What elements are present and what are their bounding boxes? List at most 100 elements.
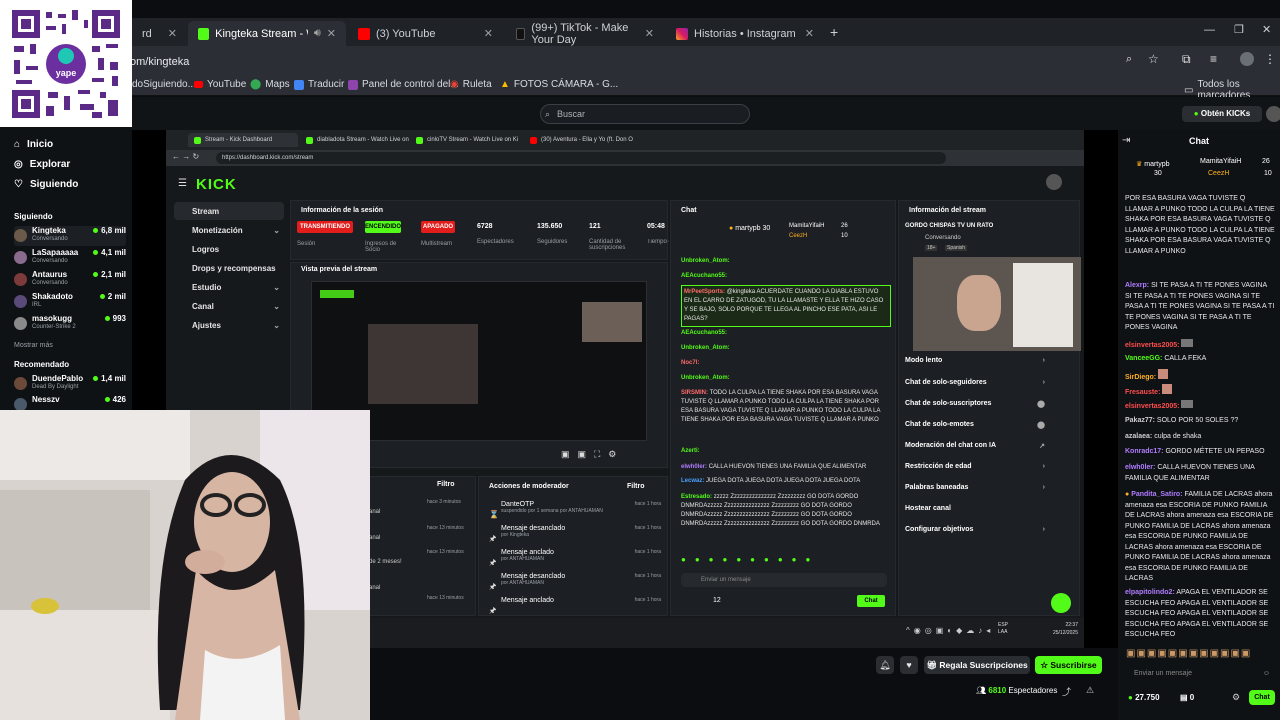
nav-home[interactable]: ⌂ Inicio [14,139,53,150]
bookmark-item[interactable]: ▲ FOTOS CÁMARA - G... [500,79,618,90]
chat-message: SirDiego: [1125,369,1275,384]
inner-tab-label: (30) Aventura - Ella y Yo (ft. Don O [541,137,633,143]
qr-code-overlay: yape [0,0,132,127]
extensions-icon[interactable]: ⧉ [1182,52,1191,67]
user-avatar[interactable] [1266,106,1280,122]
inner-tab: diabladota Stream - Watch Live on [306,133,409,147]
following-channel[interactable]: Shakadoto IRL 2 mil [14,292,126,312]
subscribe-button[interactable]: ☆ Suscribirse [1035,656,1102,674]
chat-user: AEAcuchano55: [681,330,728,336]
toggle-icon: ⬤ [1037,401,1045,408]
activity-text: de 2 meses! [369,559,402,565]
settings-icon[interactable]: ⚙ [1232,692,1240,703]
chat-message: Unbroken_Atom: [681,257,891,266]
close-window-icon[interactable]: ✕ [1262,23,1271,36]
maximize-icon[interactable]: ❐ [1234,23,1244,36]
tray-date: 25/12/2025 [1052,630,1078,636]
setting-row: Restricción de edad › [905,463,1045,477]
minimize-icon[interactable]: — [1204,24,1215,36]
bookmark-item[interactable]: Panel de control del... [348,79,459,90]
following-channel[interactable]: LaSapaaaaa Conversando 4,1 mil [14,248,126,268]
bookmark-item[interactable]: ◉ Ruleta [450,79,492,90]
zoom-icon[interactable]: ⌕ [1126,53,1132,66]
search-input[interactable]: ⌕ Buscar [540,104,750,124]
close-icon[interactable]: ✕ [645,27,654,40]
webcam-preview-image [913,257,1081,351]
stream-title: GORDO CHISPAS TV UN RATO [905,223,994,229]
viewers-icon: 👥︎ [976,686,987,695]
mod-action-time: hace 1 hora [634,597,661,603]
avatar [14,317,27,330]
nav-explore[interactable]: ◎ Explorar [14,159,70,170]
media-icon[interactable]: ≡ [1210,52,1217,66]
nav-label: Siguiendo [29,179,79,190]
kicks-balance[interactable]: ● 27.750 [1128,693,1160,702]
viewer-count: 👥︎ 6810 Espectadores [976,686,1057,695]
share-icon[interactable]: ⤴ [1062,685,1071,698]
pinned-user-name: martypb [1144,161,1170,168]
close-icon[interactable]: ✕ [805,27,814,40]
emoji-icon[interactable]: ☺ [1263,666,1270,682]
badge-icon: ● [1125,491,1130,498]
chat-send-button[interactable]: Chat [1249,690,1275,705]
emote-row-icon[interactable]: ▣▣▣▣▣▣▣▣▣▣▣▣ [1126,648,1274,662]
nav-following[interactable]: ♡ Siguiendo [14,179,78,190]
menu-icon[interactable]: ⋮ [1264,52,1276,66]
viewer-count-value: 1,4 mil [101,374,126,383]
heart-icon[interactable]: ♥ [900,656,918,674]
following-channel[interactable]: masokugg Counter-Strike 2 993 [14,314,126,334]
chat-title: Chat [1189,136,1209,146]
speaker-icon[interactable]: 🔊︎ [314,27,321,40]
activity-panel: Filtro anal hace 3 minutos anal hace 13 … [366,476,476,616]
live-dot-icon [104,316,110,321]
chat-user: elwh0ler: [681,464,708,470]
browser-tab-active[interactable]: Kingteka Stream - Watch Li 🔊︎ ✕ [188,21,346,46]
report-icon[interactable]: ⚠ [1086,685,1094,696]
recommended-channel[interactable]: DuendePablo Dead By Daylight 1,4 mil [14,374,126,394]
following-channel[interactable]: Kingteka Conversando 6,8 mil [14,226,126,246]
bookmark-item[interactable]: Traducir [294,79,344,90]
tab-label: rd [142,27,152,40]
mod-action-time: hace 1 hora [634,525,661,531]
close-icon[interactable]: ✕ [484,27,493,40]
dash-nav-label: Stream [192,206,220,216]
chat-input[interactable]: Enviar un mensaje ☺ [1124,666,1274,682]
bell-icon[interactable]: 🔔︎ [876,656,894,674]
viewer-count: 6,8 mil [93,226,126,235]
close-icon[interactable]: ✕ [168,27,177,40]
chat-count: ▤ 0 [1180,693,1194,702]
mod-action-item: Mensaje desanclado por Kingteka hace 1 hor… [501,525,661,538]
get-kicks-button[interactable]: ● Obtén KICKs [1182,106,1262,122]
star-icon: ☆ [1040,660,1048,670]
star-icon[interactable]: ☆ [1148,52,1159,66]
profile-avatar[interactable] [1240,52,1254,66]
live-dot-icon [93,376,99,381]
bookmark-item[interactable]: doSiguiendo... [132,79,196,90]
bookmark-item[interactable]: ⬤ Maps [250,79,290,90]
new-tab-icon[interactable]: + [830,24,838,40]
following-channel[interactable]: Antaurus Conversando 2,1 mil [14,270,126,290]
browser-tab[interactable]: (3) YouTube ✕ [348,21,503,46]
browser-tab[interactable]: (99+) TikTok - Make Your Day ✕ [506,21,664,46]
recommended-heading: Recomendado [14,360,70,369]
browser-tab[interactable]: rd ✕ [132,21,187,46]
live-dot-icon [93,272,99,277]
close-icon[interactable]: ✕ [327,27,336,40]
url-field[interactable]: om/kingteka [130,52,1120,72]
chat-text: CALLA FEKA [1164,355,1207,362]
inner-tab-label: Stream - Kick Dashboard [205,137,273,143]
channel-name: DuendePablo [32,374,84,383]
chat-user: Estresado: [681,494,713,500]
show-more-link[interactable]: Mostrar más [14,342,53,349]
chat-user: elsinvertas2005: [1125,403,1180,410]
gift-subs-button[interactable]: 🎁︎ Regala Suscripciones [924,656,1030,674]
nav-arrows-icon: ← → ↻ [172,152,200,161]
chat-user: Unbroken_Atom: [681,345,730,351]
viewer-count-value: 6810 [988,686,1007,695]
bookmark-item[interactable]: YouTube [194,79,246,90]
dashboard-icon [348,79,358,90]
mod-action-time: hace 1 hora [634,501,661,507]
browser-tab[interactable]: Historias • Instagram ✕ [666,21,824,46]
filter-label: Filtro [437,481,455,488]
chat-user: SIRSMIN: [681,390,708,396]
